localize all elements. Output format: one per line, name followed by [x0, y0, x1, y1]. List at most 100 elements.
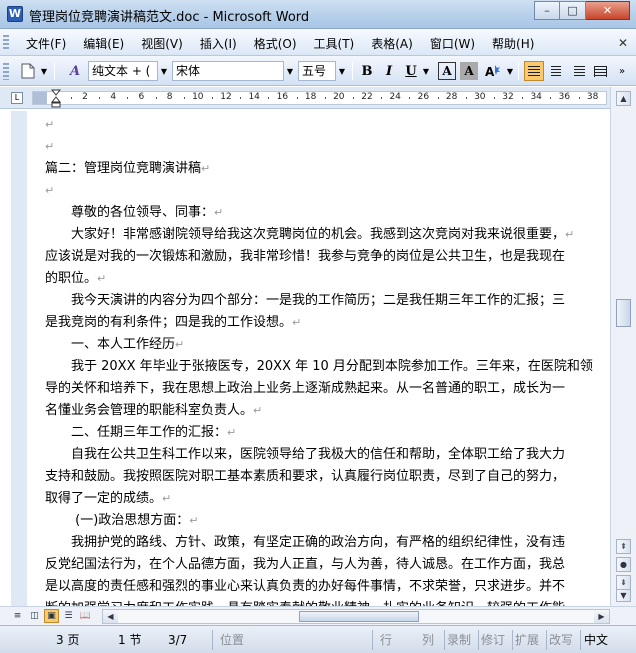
- font-size-combo[interactable]: 五号: [298, 61, 336, 81]
- char-shading-button[interactable]: A: [460, 62, 478, 80]
- document-line[interactable]: 应该说是对我的一次锻炼和激励，我非常珍惜！我参与竞争的岗位是公共卫生，也是我现在: [45, 246, 610, 268]
- scroll-right-icon[interactable]: ▶: [594, 610, 609, 623]
- ruler-tick: [409, 97, 411, 99]
- extend-selection-indicator[interactable]: 扩展: [515, 631, 539, 649]
- document-line[interactable]: 我今天演讲的内容分为四个部分：一是我的工作简历；二是我任期三年工作的汇报；三: [45, 290, 610, 312]
- menu-help[interactable]: 帮助(H): [492, 35, 534, 52]
- new-dropdown-icon[interactable]: ▼: [38, 61, 50, 81]
- document-line-text: 是以高度的责任感和强烈的事业心来认真负责的办好每件事情，不求荣誉，只求进步。并不: [45, 579, 566, 594]
- menu-view[interactable]: 视图(V): [141, 35, 183, 52]
- scroll-up-icon[interactable]: ▲: [616, 91, 631, 106]
- tab-selector-icon[interactable]: L: [11, 92, 23, 104]
- font-size-dropdown-icon[interactable]: ▼: [336, 61, 348, 81]
- underline-dropdown-icon[interactable]: ▼: [420, 61, 432, 81]
- next-page-icon[interactable]: ⇟: [616, 575, 631, 590]
- styles-formatting-icon[interactable]: A: [64, 61, 86, 81]
- status-column: 列: [422, 633, 435, 647]
- ruler-tick: [381, 97, 383, 99]
- menu-tools[interactable]: 工具(T): [314, 35, 355, 52]
- browse-object-icon[interactable]: ●: [616, 557, 631, 572]
- text-effects-icon[interactable]: A: [482, 61, 504, 81]
- distributed-align-button[interactable]: [590, 61, 610, 81]
- document-line[interactable]: 自我在公共卫生科工作以来，医院领导给了我极大的信任和帮助，全体职工给了我大力: [45, 444, 610, 466]
- vertical-scroll-thumb[interactable]: [616, 299, 631, 327]
- toolbar-grip[interactable]: [3, 63, 9, 80]
- vertical-ruler[interactable]: [11, 111, 27, 606]
- reading-layout-view-icon[interactable]: 📖: [78, 609, 93, 623]
- web-layout-view-icon[interactable]: ◫: [27, 609, 42, 623]
- toolbar-separator: [54, 62, 55, 80]
- char-border-button[interactable]: A: [438, 62, 456, 80]
- font-dropdown-icon[interactable]: ▼: [284, 61, 296, 81]
- maximize-button[interactable]: □: [560, 1, 586, 20]
- outline-view-icon[interactable]: ☰: [61, 609, 76, 623]
- align-justify-button[interactable]: [524, 61, 544, 81]
- document-line[interactable]: 导的关怀和培养下，我在思想上政治上业务上逐渐成熟起来。从一名普通的职工，成长为一: [45, 378, 610, 400]
- ruler-tick: [352, 97, 354, 99]
- track-changes-indicator[interactable]: 修订: [481, 631, 505, 649]
- ruler-tick: [183, 97, 185, 99]
- style-combo[interactable]: 纯文本 + (: [88, 61, 158, 81]
- document-line[interactable]: 名懂业务会管理的职能科室负责人。↵: [45, 400, 610, 422]
- document-line[interactable]: 尊敬的各位领导、同事：↵: [45, 202, 610, 224]
- document-line[interactable]: 二、任期三年工作的汇报：↵: [45, 422, 610, 444]
- document-line[interactable]: 取得了一定的成绩。↵: [45, 488, 610, 510]
- underline-button[interactable]: U: [402, 61, 420, 81]
- align-right-button[interactable]: [568, 61, 588, 81]
- horizontal-scrollbar[interactable]: ◀ ▶: [102, 609, 610, 624]
- menu-insert[interactable]: 插入(I): [200, 35, 237, 52]
- scroll-left-icon[interactable]: ◀: [103, 610, 118, 623]
- toolbar-overflow-icon[interactable]: »: [614, 61, 630, 81]
- close-button[interactable]: ✕: [586, 1, 630, 20]
- scroll-down-icon[interactable]: ▼: [616, 589, 631, 602]
- print-layout-view-icon[interactable]: ▣: [44, 609, 59, 623]
- bold-button[interactable]: B: [358, 61, 376, 81]
- document-line[interactable]: ↵: [45, 136, 610, 158]
- menu-table[interactable]: 表格(A): [371, 35, 413, 52]
- align-center-button[interactable]: [546, 61, 566, 81]
- document-close-button[interactable]: ✕: [618, 36, 628, 50]
- document-line[interactable]: ↵: [45, 114, 610, 136]
- document-line[interactable]: 的职位。↵: [45, 268, 610, 290]
- document-line[interactable]: 支持和鼓励。我按照医院对职工基本素质和要求，认真履行岗位职责，尽到了自己的努力，: [45, 466, 610, 488]
- menubar-grip[interactable]: [3, 35, 9, 51]
- document-area[interactable]: ↵ ↵ 篇二：管理岗位竞聘演讲稿↵ ↵ 尊敬的各位领导、同事：↵ 大家好！非常感谢院领…: [27, 111, 610, 606]
- document-line[interactable]: 是我竞岗的有利条件；四是我的工作设想。↵: [45, 312, 610, 334]
- menu-edit[interactable]: 编辑(E): [83, 35, 124, 52]
- record-macro-indicator[interactable]: 录制: [447, 631, 471, 649]
- style-dropdown-icon[interactable]: ▼: [158, 61, 170, 81]
- ruler-tick-label: 18: [304, 92, 317, 102]
- document-line[interactable]: 篇二：管理岗位竞聘演讲稿↵: [45, 158, 610, 180]
- horizontal-ruler[interactable]: 2 4 6 8 10 12 14 16 18 20 22 24 26 28 30 32 34 36 38: [32, 89, 607, 108]
- document-line[interactable]: ↵: [45, 180, 610, 202]
- status-line: 行: [380, 633, 393, 647]
- minimize-button[interactable]: –: [534, 1, 560, 20]
- document-line-text: 自我在公共卫生科工作以来，医院领导给了我极大的信任和帮助，全体职工给了我大力: [45, 447, 566, 462]
- document-line[interactable]: 大家好！非常感谢院领导给我这次竞聘岗位的机会。我感到这次竞岗对我来说很重要，↵: [45, 224, 610, 246]
- document-line[interactable]: 断的加强学习力度和工作实践，具有踏实奉献的敬业精神，扎实的业务知识，较强的工作能: [45, 598, 610, 606]
- vertical-scrollbar[interactable]: ▲ ⇞ ● ⇟ ▼: [610, 87, 636, 606]
- document-line[interactable]: 我于 20XX 年毕业于张掖医专，20XX 年 10 月分配到本院参加工作。三年…: [45, 356, 610, 378]
- menu-file[interactable]: 文件(F): [26, 35, 66, 52]
- new-document-icon[interactable]: [18, 61, 38, 81]
- paragraph-mark-icon: ↵: [227, 426, 237, 439]
- normal-view-icon[interactable]: ≡: [10, 609, 25, 623]
- document-text[interactable]: ↵ ↵ 篇二：管理岗位竞聘演讲稿↵ ↵ 尊敬的各位领导、同事：↵ 大家好！非常感谢院领…: [45, 114, 610, 606]
- ruler-tick: [211, 97, 213, 99]
- font-combo[interactable]: 宋体: [172, 61, 284, 81]
- document-line[interactable]: 一、本人工作经历↵: [45, 334, 610, 356]
- document-line[interactable]: 我拥护党的路线、方针、政策，有坚定正确的政治方向，有严格的组织纪律性，没有违: [45, 532, 610, 554]
- previous-page-icon[interactable]: ⇞: [616, 539, 631, 554]
- document-line[interactable]: 反党纪国法行为，在个人品德方面，我为人正直，与人为善，待人诚恳。在工作方面，我总: [45, 554, 610, 576]
- menu-format[interactable]: 格式(O): [254, 35, 297, 52]
- horizontal-scroll-thumb[interactable]: [299, 611, 419, 622]
- indent-marker-icon[interactable]: [51, 89, 61, 109]
- document-line-text: 二、任期三年工作的汇报：: [45, 425, 228, 440]
- italic-button[interactable]: I: [380, 61, 398, 81]
- overtype-indicator[interactable]: 改写: [549, 631, 573, 649]
- text-effects-dropdown-icon[interactable]: ▼: [504, 61, 516, 81]
- document-line[interactable]: 是以高度的责任感和强烈的事业心来认真负责的办好每件事情，不求荣誉，只求进步。并不: [45, 576, 610, 598]
- menu-window[interactable]: 窗口(W): [430, 35, 475, 52]
- ruler-tick: [240, 97, 242, 99]
- document-line[interactable]: (一)政治思想方面：↵: [45, 510, 610, 532]
